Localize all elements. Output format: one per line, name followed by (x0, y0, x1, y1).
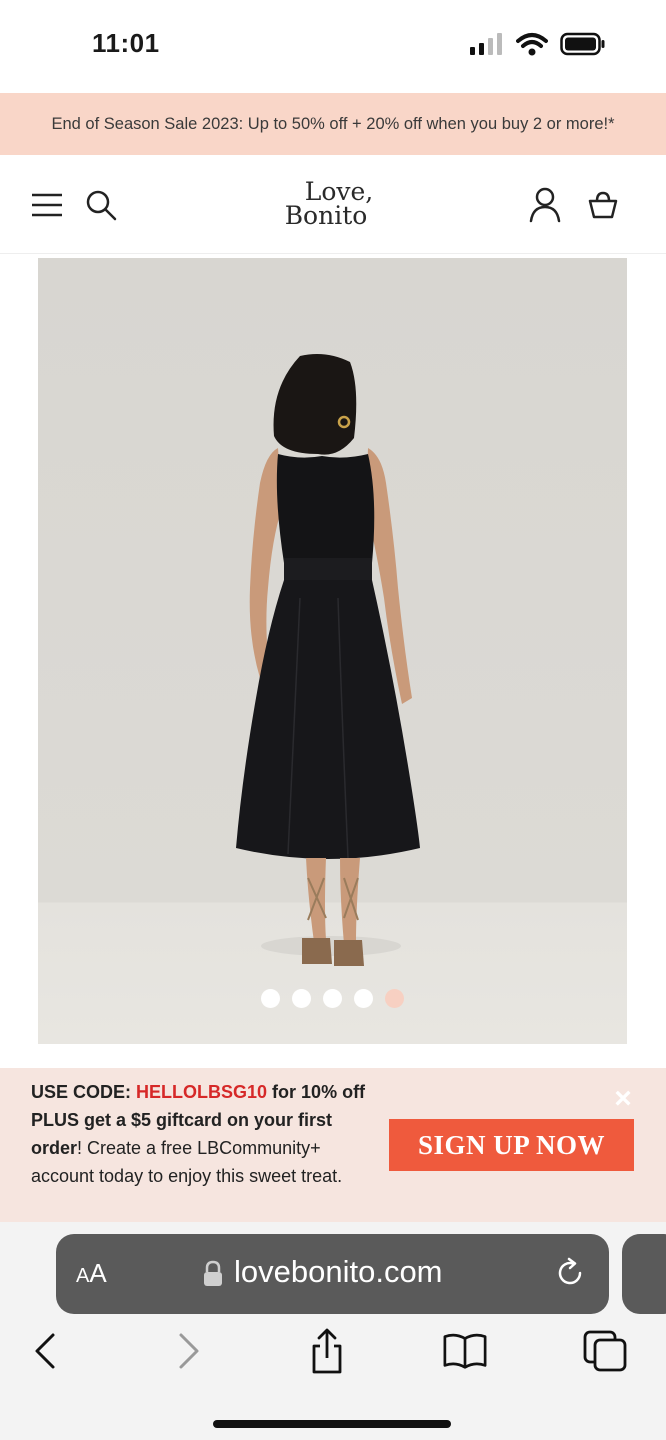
menu-icon[interactable] (28, 186, 66, 224)
carousel-dots (38, 989, 627, 1008)
carousel-dot[interactable] (323, 989, 342, 1008)
forward-icon[interactable] (166, 1328, 212, 1374)
aa-big: A (89, 1258, 107, 1288)
back-icon[interactable] (22, 1328, 68, 1374)
promo-text: End of Season Sale 2023: Up to 50% off +… (51, 114, 615, 133)
carousel-dot[interactable] (261, 989, 280, 1008)
wifi-icon (516, 33, 548, 56)
tabs-icon[interactable] (582, 1328, 628, 1374)
battery-icon (560, 32, 605, 56)
aa-small: A (76, 1265, 90, 1287)
address-bar[interactable]: AA lovebonito.com (56, 1234, 609, 1314)
promo-banner[interactable]: End of Season Sale 2023: Up to 50% off +… (0, 93, 666, 155)
next-tab-address-bar[interactable] (622, 1234, 666, 1314)
bookmarks-icon[interactable] (442, 1328, 488, 1374)
status-time: 11:01 (92, 28, 160, 58)
reload-icon[interactable] (554, 1256, 586, 1295)
status-icons (470, 32, 606, 56)
logo-line2: Bonito (284, 201, 368, 230)
carousel-dot[interactable] (292, 989, 311, 1008)
browser-toolbar (0, 1328, 666, 1378)
cart-icon[interactable] (584, 186, 622, 224)
product-image[interactable] (38, 258, 627, 1044)
sign-up-button[interactable]: SIGN UP NOW (389, 1119, 634, 1171)
url-domain: lovebonito.com (234, 1254, 443, 1289)
status-bar: 11:01 (0, 0, 666, 92)
carousel-dot[interactable] (354, 989, 373, 1008)
signup-rest: ! Create a free LBCommunity+ account tod… (31, 1138, 343, 1186)
account-icon[interactable] (526, 186, 564, 224)
reader-aa-button[interactable]: AA (76, 1258, 107, 1289)
close-icon[interactable]: × (610, 1082, 636, 1115)
signup-message: USE CODE: HELLOLBSG10 for 10% off PLUS g… (31, 1078, 371, 1190)
carousel-dot-active[interactable] (385, 989, 404, 1008)
share-icon[interactable] (304, 1328, 350, 1374)
lock-icon (202, 1260, 224, 1293)
promo-code: HELLOLBSG10 (136, 1082, 268, 1102)
search-icon[interactable] (82, 186, 120, 224)
signal-icon (470, 33, 502, 55)
model-illustration (38, 258, 627, 1044)
browser-chrome: AA lovebonito.com (0, 1222, 666, 1440)
home-indicator (213, 1420, 451, 1428)
signup-prefix: USE CODE: (31, 1082, 137, 1102)
site-header: Love, Bonito (0, 156, 666, 254)
brand-logo[interactable]: Love, Bonito (275, 179, 395, 228)
